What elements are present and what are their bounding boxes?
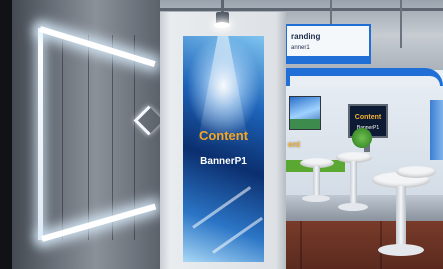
booth-arch-inner: [290, 76, 440, 86]
virtual-booth-viewport[interactable]: randing anner1 Content BannerP1 ent Cont…: [0, 0, 443, 269]
monitor-landscape: [290, 119, 320, 129]
banner-light-streak: [212, 216, 264, 254]
bar-stool-leg: [313, 166, 320, 198]
bar-stool-leg: [350, 161, 357, 206]
bar-stool-base: [378, 244, 424, 256]
booth-header-subtitle: anner1: [291, 45, 310, 51]
bar-stool-base: [302, 195, 330, 202]
wall-panel-seam: [88, 35, 89, 240]
main-content-banner[interactable]: Content BannerP1: [183, 36, 264, 262]
booth-side-panel: [430, 100, 443, 160]
bar-stool-leg: [396, 186, 406, 248]
floor-plank-line: [380, 220, 382, 269]
booth-header-bar: [287, 56, 369, 62]
banner-light-streak: [192, 186, 252, 229]
left-wall-shadow: [0, 0, 12, 269]
counter-content-text: ent: [288, 140, 300, 149]
booth-header-title: randing: [291, 32, 321, 41]
banner-title: Content: [198, 128, 249, 143]
floor-plank-line: [300, 220, 302, 269]
bar-stool-base: [338, 203, 368, 211]
bar-stool-seat: [396, 166, 436, 178]
wall-panel-seam: [62, 35, 63, 240]
booth-header-sign[interactable]: randing anner1: [285, 24, 371, 64]
content-monitor-title: Content: [354, 114, 382, 121]
spotlight-glow: [214, 22, 230, 28]
plant-icon: [352, 128, 372, 148]
banner-subtitle: BannerP1: [200, 156, 247, 167]
wall-light-strip: [38, 28, 43, 240]
wall-panel-seam: [112, 35, 113, 240]
booth-monitor-screen[interactable]: [289, 96, 321, 130]
ceiling-truss-support: [400, 0, 402, 48]
